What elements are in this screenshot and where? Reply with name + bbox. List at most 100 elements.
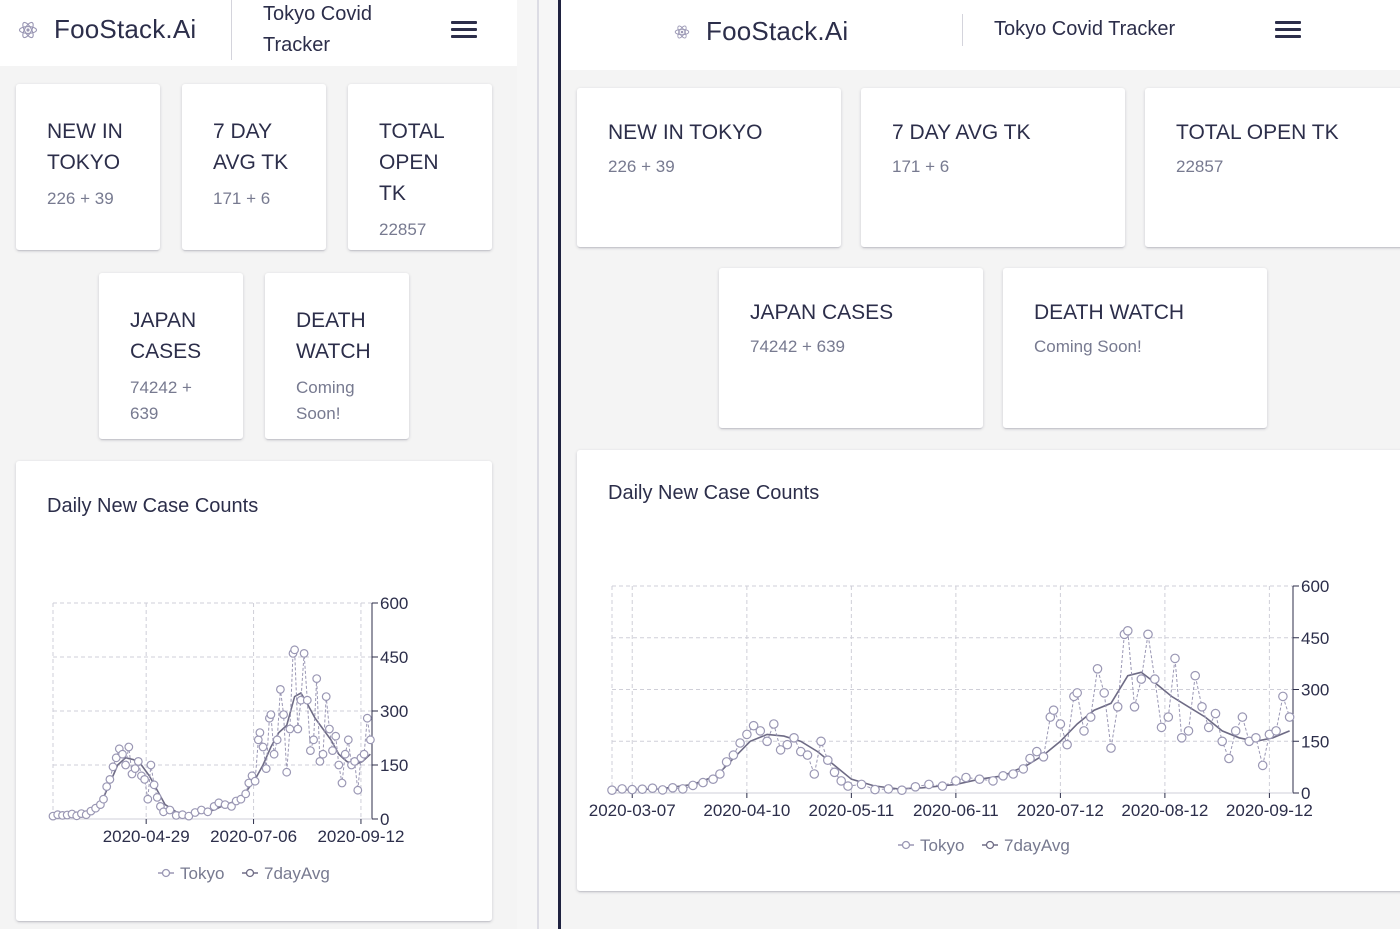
brand-name: FooStack.Ai <box>706 16 849 46</box>
data-point-tokyo <box>108 762 118 772</box>
y-tick-label: 450 <box>1301 629 1329 648</box>
data-point-tokyo <box>1136 674 1147 684</box>
data-point-tokyo <box>1129 701 1140 712</box>
y-tick-label: 450 <box>380 648 408 667</box>
data-point-tokyo <box>269 749 279 759</box>
data-point-tokyo <box>1271 726 1281 736</box>
data-point-tokyo <box>118 749 127 759</box>
brand[interactable]: FooStack.Ai <box>18 14 196 45</box>
legend-label: 7dayAvg <box>264 864 330 883</box>
app-title: Tokyo Covid Tracker <box>263 3 372 56</box>
data-point-tokyo <box>255 728 265 738</box>
x-tick-label: 2020-04-10 <box>703 801 790 820</box>
chart-legend: Tokyo 7dayAvg <box>898 836 1070 855</box>
data-point-tokyo <box>637 784 648 794</box>
chart-card: Daily New Case Counts 0 150 300 450 600 2020-… <box>16 461 492 921</box>
divider-line <box>537 0 539 929</box>
card-japan-cases: JAPAN CASES 74242 + 639 <box>99 273 243 439</box>
data-point-tokyo <box>359 749 369 759</box>
daily-cases-chart: 01503004506002020-04-29 2020-07-06 2020-09… <box>48 594 408 883</box>
data-point-tokyo <box>1230 726 1241 736</box>
card-7-day-avg: 7 DAY AVG TK 171 + 6 <box>182 84 326 250</box>
daily-cases-chart: 01503004506002020-03-07 2020-04-10 2020-05… <box>589 577 1330 855</box>
data-point-tokyo <box>306 746 315 756</box>
data-point-tokyo <box>742 729 752 740</box>
data-point-tokyo <box>1048 705 1059 715</box>
card-7-day-avg: 7 DAY AVG TK 171 + 6 <box>861 88 1125 247</box>
data-point-tokyo <box>1085 712 1096 722</box>
data-point-tokyo <box>309 735 319 745</box>
data-point-tokyo <box>1284 712 1295 722</box>
plot-area: 01503004506002020-04-29 2020-07-06 2020-09… <box>48 594 408 846</box>
data-point-tokyo <box>143 794 153 804</box>
data-point-tokyo <box>1099 688 1109 698</box>
card-death-watch: DEATH WATCH Coming Soon! <box>1003 268 1267 428</box>
brand[interactable]: FooStack.Ai <box>674 16 848 47</box>
data-point-tokyo <box>688 780 698 791</box>
chart-legend: Tokyo 7dayAvg <box>158 864 330 883</box>
x-tick-label: 2020-06-11 <box>913 801 999 820</box>
x-tick-label: 2020-05-11 <box>809 801 895 820</box>
data-point-tokyo <box>762 736 772 747</box>
data-point-tokyo <box>1203 722 1214 733</box>
card-title: TOTAL OPEN TK <box>379 120 444 205</box>
data-point-tokyo <box>870 784 880 795</box>
data-point-tokyo <box>988 776 998 786</box>
data-point-tokyo <box>1112 701 1123 712</box>
data-point-tokyo <box>334 760 344 770</box>
hamburger-menu-icon[interactable] <box>1275 20 1301 40</box>
data-point-tokyo <box>897 785 907 795</box>
x-tick-label: 2020-09-12 <box>317 827 404 846</box>
data-point-tokyo <box>1170 653 1180 664</box>
data-point-tokyo <box>302 695 312 705</box>
legend-label: Tokyo <box>920 836 964 855</box>
y-tick-label: 600 <box>380 594 408 613</box>
data-point-tokyo <box>1217 736 1227 747</box>
atom-icon <box>18 21 38 38</box>
data-point-tokyo <box>728 750 739 760</box>
data-point-tokyo <box>1210 708 1221 719</box>
plot-area: 01503004506002020-03-07 2020-04-10 2020-05… <box>589 577 1330 820</box>
data-point-tokyo <box>1106 743 1116 753</box>
card-title: 7 DAY AVG TK <box>892 121 1031 144</box>
data-point-tokyo <box>1176 732 1187 743</box>
chart-card: Daily New Case Counts 0 150 300 450 600 2020-… <box>577 450 1400 891</box>
series-tokyo-line <box>52 649 371 817</box>
data-point-tokyo <box>328 746 337 756</box>
data-point-tokyo <box>140 775 150 784</box>
card-value: 22857 <box>1176 157 1224 176</box>
data-point-tokyo <box>998 770 1008 781</box>
data-point-tokyo <box>1183 726 1194 736</box>
x-tick-label: 2020-07-06 <box>210 827 297 846</box>
card-value: 171 + 6 <box>892 157 950 176</box>
card-title: TOTAL OPEN TK <box>1176 121 1339 144</box>
data-point-tokyo <box>149 780 159 790</box>
data-point-tokyo <box>1156 722 1167 733</box>
data-point-tokyo <box>607 785 617 795</box>
data-point-tokyo <box>285 724 295 734</box>
data-point-tokyo <box>1224 753 1234 764</box>
data-point-tokyo <box>721 757 732 767</box>
data-point-tokyo <box>961 772 971 783</box>
data-point-tokyo <box>261 764 271 774</box>
data-point-tokyo <box>715 769 725 779</box>
data-point-tokyo <box>253 735 263 745</box>
hamburger-menu-icon[interactable] <box>451 20 477 40</box>
data-point-tokyo <box>627 784 637 795</box>
top-navbar: FooStack.Ai Tokyo Covid Tracker <box>0 0 517 66</box>
data-point-tokyo <box>1197 701 1207 712</box>
y-tick-label: 300 <box>380 702 408 721</box>
card-value: 22857 <box>379 220 427 239</box>
data-point-tokyo <box>1237 712 1248 722</box>
data-point-tokyo <box>279 710 289 720</box>
data-point-tokyo <box>318 749 328 759</box>
data-point-tokyo <box>755 726 766 736</box>
data-point-tokyo <box>647 783 658 793</box>
data-point-tokyo <box>856 779 867 790</box>
card-value: 74242 + 639 <box>750 337 846 356</box>
data-point-tokyo <box>1143 629 1153 640</box>
data-point-tokyo <box>937 781 948 791</box>
data-point-tokyo <box>1190 670 1200 681</box>
data-point-tokyo <box>1008 769 1018 779</box>
card-title: JAPAN CASES <box>750 301 894 324</box>
